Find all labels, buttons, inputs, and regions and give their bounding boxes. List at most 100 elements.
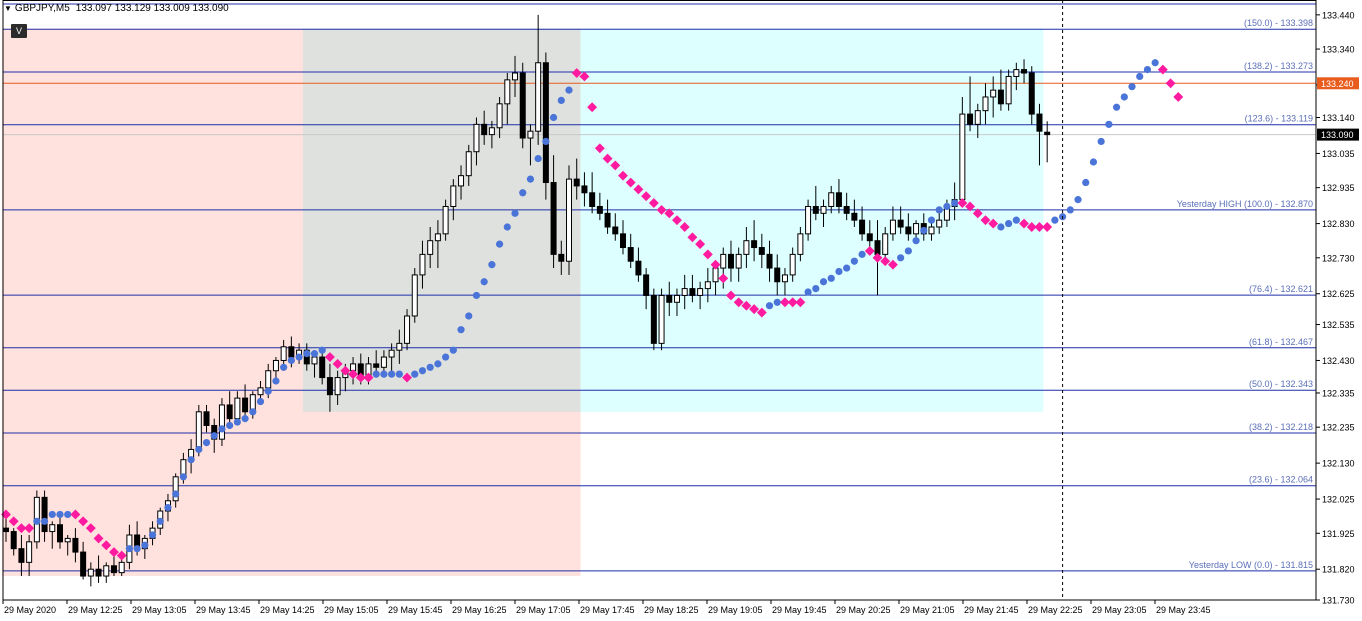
psar-dot-up: [172, 490, 180, 498]
psar-dot-up: [264, 387, 272, 395]
candle-body: [751, 240, 758, 249]
psar-dot-up: [1097, 137, 1105, 146]
psar-dot-up: [897, 254, 905, 262]
psar-dot-up: [1089, 158, 1098, 166]
psar-dot-up: [303, 350, 311, 358]
psar-dot-up: [64, 510, 72, 519]
candle-body: [743, 240, 750, 255]
candle-body: [805, 205, 812, 235]
candle-body: [118, 561, 125, 574]
psar-diamond-down: [1173, 92, 1184, 102]
candle-body: [905, 226, 912, 235]
psar-dot-up: [195, 445, 203, 454]
ohlc-values: 133.097 133.129 133.009 133.090: [75, 3, 229, 14]
psar-dot-up: [773, 298, 781, 306]
candle-body: [735, 253, 742, 269]
candle-body: [404, 315, 411, 344]
candle-body: [643, 274, 650, 296]
candle-body: [727, 253, 734, 269]
psar-dot-up: [318, 346, 326, 354]
candle-body: [627, 247, 634, 262]
x-tick-label: 29 May 17:05: [516, 605, 571, 615]
psar-dot-up: [465, 312, 473, 320]
candle-body: [1005, 75, 1012, 105]
candle-body: [411, 274, 418, 317]
candle-body: [311, 356, 318, 365]
psar-diamond-down: [1157, 64, 1168, 75]
candle-body: [704, 281, 711, 290]
psar-dot-up: [395, 370, 403, 378]
candle-body: [496, 103, 503, 129]
y-tick-label: 132.235: [1322, 423, 1355, 433]
candle-body: [226, 404, 233, 420]
candle-body: [936, 219, 943, 228]
y-tick-label: 132.535: [1322, 320, 1355, 330]
candle-body: [10, 531, 17, 550]
candle-body: [866, 233, 873, 242]
psar-dot-up: [295, 353, 303, 361]
candle-body: [110, 565, 117, 574]
psar-dot-up: [542, 137, 550, 146]
psar-dot-up: [472, 291, 481, 300]
psar-dot-up: [249, 408, 257, 416]
candle-body: [87, 568, 94, 577]
psar-dot-up: [179, 473, 187, 481]
candle-body: [388, 349, 395, 358]
psar-dot-up: [1074, 196, 1082, 204]
psar-dot-up: [148, 531, 157, 539]
psar-dot-up: [418, 367, 427, 375]
psar-dot-up: [927, 216, 936, 224]
psar-dot-up: [256, 397, 265, 406]
candle-body: [504, 79, 511, 105]
psar-dot-up: [226, 421, 234, 430]
psar-dot-up: [164, 504, 172, 512]
psar-dot-up: [997, 223, 1005, 231]
candle-body: [889, 219, 896, 235]
candle-body: [589, 192, 596, 207]
psar-dot-up: [372, 370, 380, 378]
price-chart[interactable]: (150.0) - 133.398 (138.2) - 133.273 (123.6…: [0, 0, 1362, 621]
psar-dot-up: [202, 438, 211, 447]
candle-body: [272, 359, 279, 372]
candle-body: [450, 185, 457, 207]
y-tick-label: 132.130: [1322, 459, 1355, 469]
x-tick-label: 29 May 12:25: [68, 605, 123, 615]
candle-body: [974, 110, 981, 125]
chart-header: ▼ GBPJPY,M5 133.097 133.129 133.009 133.09…: [4, 3, 229, 14]
x-tick-label: 29 May 15:05: [324, 605, 379, 615]
candle-body: [897, 219, 904, 228]
psar-dot-up: [156, 517, 164, 525]
bid-price-label: 133.240: [1321, 79, 1354, 89]
candle-body: [566, 178, 573, 262]
psar-dot-up: [272, 377, 280, 385]
candle-body: [419, 253, 426, 276]
candle: [519, 62, 526, 149]
candle-body: [280, 346, 287, 361]
candle-body: [681, 288, 688, 296]
candle-body: [781, 274, 788, 283]
candle-body: [527, 130, 534, 139]
candle-body: [519, 72, 526, 139]
candle-body: [612, 226, 619, 235]
dropdown-triangle-icon[interactable]: ▼: [4, 4, 12, 13]
candle-body: [195, 411, 202, 450]
psar-dot-up: [935, 206, 943, 214]
candle-body: [288, 346, 295, 358]
psar-dot-up: [442, 353, 450, 361]
candle-body: [465, 151, 472, 177]
psar-dot-up: [56, 510, 64, 519]
candle: [566, 165, 573, 275]
candle-body: [550, 182, 557, 255]
psar-dot-up: [858, 250, 866, 258]
candle-body: [1028, 72, 1035, 115]
psar-dot-up: [1051, 216, 1059, 224]
candle: [218, 398, 225, 447]
candle-body: [812, 205, 819, 214]
psar-dot-up: [904, 247, 912, 255]
candle-body: [635, 260, 642, 276]
psar-dot-up: [33, 517, 41, 525]
one-click-trading-toggle[interactable]: V: [11, 24, 27, 38]
psar-dot-up: [843, 264, 851, 272]
candle-body: [542, 62, 549, 184]
candle-body: [319, 356, 326, 379]
